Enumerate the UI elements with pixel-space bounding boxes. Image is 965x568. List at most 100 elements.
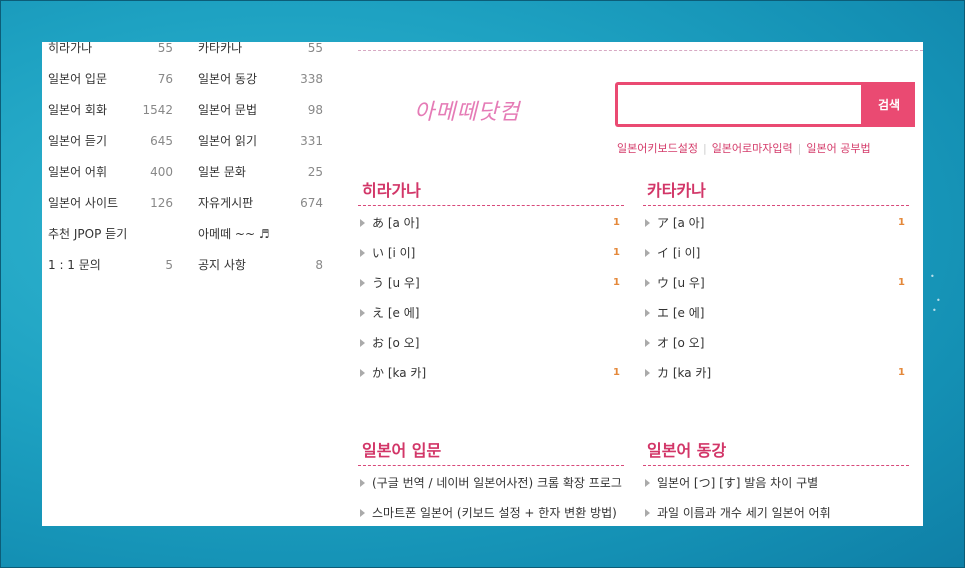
board-title[interactable]: 히라가나 (358, 180, 624, 206)
post-title: う [u 우] (372, 276, 420, 290)
category-link[interactable]: 히라가나 (48, 42, 92, 58)
category-row: 1 : 1 문의 5 공지 사항 8 (42, 255, 342, 275)
list-item[interactable]: か [ka 카] 1 (358, 358, 624, 388)
bullet-icon (360, 509, 365, 517)
category-count: 1542 (142, 103, 173, 117)
list-item[interactable]: イ [i 이] (643, 238, 909, 268)
category-link[interactable]: 일본어 입문 (48, 69, 107, 89)
category-row: 일본어 어휘 400 일본 문화 25 (42, 162, 342, 182)
list-item[interactable]: 스마트폰 일본어 (키보드 설정 + 한자 변환 방법) (358, 498, 624, 526)
board-post-list: あ [a 아] 1 い [i 이] 1 う [u 우] 1 え [e 에] お [o … (358, 208, 624, 388)
list-item[interactable]: オ [o 오] (643, 328, 909, 358)
board-title[interactable]: 일본어 동강 (643, 440, 909, 466)
quick-links: 일본어키보드설정 | 일본어로마자입력 | 일본어 공부법 (617, 140, 871, 156)
bullet-icon (360, 219, 365, 227)
category-count: 338 (300, 72, 323, 86)
category-count: 400 (150, 165, 173, 179)
board-post-list: 일본어 [つ] [す] 발음 차이 구별 과일 이름과 개수 세기 일본어 어휘 (643, 468, 909, 526)
board-video: 일본어 동강 일본어 [つ] [す] 발음 차이 구별 과일 이름과 개수 세기… (643, 440, 909, 526)
board-hiragana: 히라가나 あ [a 아] 1 い [i 이] 1 う [u 우] 1 え [e 에] … (358, 180, 624, 388)
category-link[interactable]: 일본어 읽기 (198, 131, 257, 151)
list-item[interactable]: う [u 우] 1 (358, 268, 624, 298)
quick-link-study[interactable]: 일본어 공부법 (806, 142, 870, 155)
list-item[interactable]: カ [ka 카] 1 (643, 358, 909, 388)
category-count: 98 (307, 103, 323, 117)
post-title: オ [o 오] (657, 336, 705, 350)
category-link[interactable]: 일본어 사이트 (48, 193, 118, 213)
search-input[interactable] (618, 85, 861, 124)
category-link[interactable]: 카타카나 (198, 42, 242, 58)
list-item[interactable]: あ [a 아] 1 (358, 208, 624, 238)
bullet-icon (645, 219, 650, 227)
list-item[interactable]: ア [a 아] 1 (643, 208, 909, 238)
quick-link-keyboard[interactable]: 일본어키보드설정 (617, 142, 698, 155)
list-item[interactable]: え [e 에] (358, 298, 624, 328)
bullet-icon (645, 479, 650, 487)
bullet-icon (645, 509, 650, 517)
category-count: 331 (300, 134, 323, 148)
bullet-icon (360, 249, 365, 257)
category-link[interactable]: 일본 문화 (198, 162, 246, 182)
list-item[interactable]: 일본어 [つ] [す] 발음 차이 구별 (643, 468, 909, 498)
category-link[interactable]: 일본어 듣기 (48, 131, 107, 151)
post-title: (구글 번역 / 네이버 일본어사전) 크롬 확장 프로그램 (372, 476, 622, 490)
separator: | (797, 142, 802, 155)
comment-count: 1 (898, 217, 905, 228)
category-link[interactable]: 일본어 어휘 (48, 162, 107, 182)
post-title: い [i 이] (372, 246, 416, 260)
category-count: 645 (150, 134, 173, 148)
quick-link-romaji[interactable]: 일본어로마자입력 (712, 142, 793, 155)
comment-count: 1 (898, 277, 905, 288)
list-item[interactable]: エ [e 에] (643, 298, 909, 328)
category-count: 674 (300, 196, 323, 210)
category-row: 일본어 사이트 126 자유게시판 674 (42, 193, 342, 213)
bullet-icon (645, 339, 650, 347)
category-count: 55 (307, 42, 323, 55)
category-count: 76 (157, 72, 173, 86)
board-title[interactable]: 일본어 입문 (358, 440, 624, 466)
post-title: ウ [u 우] (657, 276, 705, 290)
category-link[interactable]: 1 : 1 문의 (48, 255, 101, 275)
post-title: イ [i 이] (657, 246, 701, 260)
category-count: 5 (165, 258, 173, 272)
category-link[interactable]: 일본어 동강 (198, 69, 257, 89)
sparkle-decoration: • (932, 306, 937, 315)
category-link[interactable]: 일본어 회화 (48, 100, 107, 120)
bullet-icon (645, 369, 650, 377)
category-row: 일본어 회화 1542 일본어 문법 98 (42, 100, 342, 120)
category-link[interactable]: 공지 사항 (198, 255, 246, 275)
bullet-icon (360, 309, 365, 317)
bullet-icon (645, 279, 650, 287)
post-title: エ [e 에] (657, 306, 705, 320)
list-item[interactable]: (구글 번역 / 네이버 일본어사전) 크롬 확장 프로그램 (358, 468, 624, 498)
board-title[interactable]: 카타카나 (643, 180, 909, 206)
category-row: 히라가나 55 카타카나 55 (42, 42, 342, 58)
list-item[interactable]: い [i 이] 1 (358, 238, 624, 268)
category-row: 일본어 듣기 645 일본어 읽기 331 (42, 131, 342, 151)
list-item[interactable]: お [o 오] (358, 328, 624, 358)
comment-count: 1 (613, 367, 620, 378)
post-title: 과일 이름과 개수 세기 일본어 어휘 (657, 506, 831, 520)
board-post-list: ア [a 아] 1 イ [i 이] ウ [u 우] 1 エ [e 에] オ [o 오… (643, 208, 909, 388)
sparkle-decoration: • (936, 296, 941, 305)
site-logo[interactable]: 아메떼닷컴 (414, 94, 520, 126)
comment-count: 1 (613, 217, 620, 228)
list-item[interactable]: 과일 이름과 개수 세기 일본어 어휘 (643, 498, 909, 526)
search-button[interactable]: 검색 (863, 82, 915, 127)
category-row: 추천 JPOP 듣기 아메떼 ~~ ♬ (42, 224, 342, 244)
category-link[interactable]: 자유게시판 (198, 193, 253, 213)
board-post-list: (구글 번역 / 네이버 일본어사전) 크롬 확장 프로그램 스마트폰 일본어 … (358, 468, 624, 526)
bullet-icon (360, 369, 365, 377)
category-link[interactable]: 아메떼 ~~ ♬ (198, 224, 270, 244)
board-katakana: 카타카나 ア [a 아] 1 イ [i 이] ウ [u 우] 1 エ [e 에] オ… (643, 180, 909, 388)
post-title: え [e 에] (372, 306, 420, 320)
category-count: 25 (307, 165, 323, 179)
category-link[interactable]: 추천 JPOP 듣기 (48, 224, 127, 244)
comment-count: 1 (613, 247, 620, 258)
category-link[interactable]: 일본어 문법 (198, 100, 257, 120)
category-count: 126 (150, 196, 173, 210)
category-count: 55 (157, 42, 173, 55)
list-item[interactable]: ウ [u 우] 1 (643, 268, 909, 298)
post-title: 일본어 [つ] [す] 발음 차이 구별 (657, 476, 819, 490)
separator: | (702, 142, 707, 155)
